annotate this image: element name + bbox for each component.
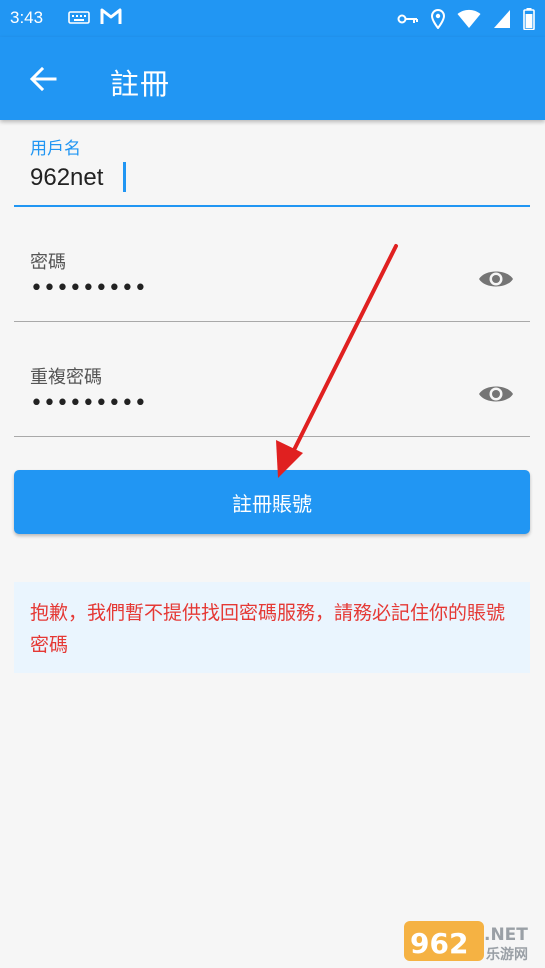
register-account-button[interactable]: 註冊賬號 [14,470,530,534]
brand-watermark-logo: 962 .NET 乐游网 [404,921,528,963]
notice-text: 抱歉，我們暫不提供找回密碼服務，請務必記住你的賬號密碼 [30,602,506,656]
confirm-password-value[interactable]: ••••••••• [30,391,147,416]
notice-box: 抱歉，我們暫不提供找回密碼服務，請務必記住你的賬號密碼 [14,582,530,673]
confirm-password-label: 重複密碼 [30,367,102,388]
status-time: 3:43 [10,8,44,27]
confirm-password-field[interactable]: 重複密碼 ••••••••• [14,325,530,440]
username-underline [14,205,530,207]
password-underline [14,321,530,322]
password-value[interactable]: ••••••••• [30,276,147,301]
location-icon [431,9,445,29]
keyboard-icon [68,11,90,24]
eye-icon[interactable] [478,382,514,406]
page-title: 註冊 [110,67,171,101]
username-value[interactable]: 962net [30,164,103,192]
svg-text:962: 962 [410,927,468,960]
arrow-back-icon[interactable] [28,64,58,94]
eye-icon[interactable] [478,267,514,291]
wifi-icon [457,9,481,28]
svg-text:乐游网: 乐游网 [486,946,528,963]
status-bar: 3:43 [0,0,545,37]
battery-icon [523,8,535,30]
gmail-icon [100,8,122,24]
username-field[interactable]: 用戶名 962net [14,120,530,210]
text-cursor [123,162,126,192]
vpn-key-icon [397,14,418,24]
confirm-password-underline [14,436,530,437]
password-label: 密碼 [30,252,66,273]
app-bar: 註冊 [0,37,545,120]
signal-icon [494,10,510,28]
password-field[interactable]: 密碼 ••••••••• [14,210,530,325]
username-label: 用戶名 [30,139,81,159]
svg-text:.NET: .NET [484,925,528,945]
